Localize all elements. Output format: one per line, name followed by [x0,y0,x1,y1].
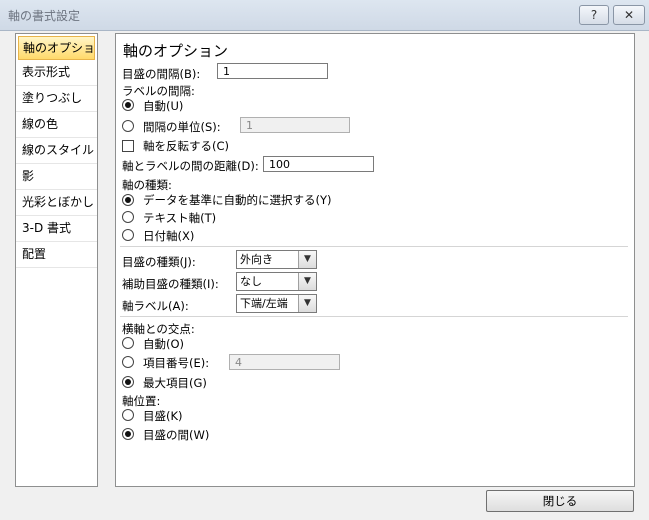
crosses-auto-label: 自動(O) [143,337,185,351]
sidebar-item-shadow[interactable]: 影 [16,164,97,190]
label-interval-unit-label: 間隔の単位(S): [143,120,221,134]
chevron-down-icon[interactable]: ▼ [298,295,316,312]
crosses-max-radio[interactable] [122,376,134,388]
minor-tick-value: なし [240,275,262,288]
chevron-down-icon[interactable]: ▼ [298,251,316,268]
chevron-down-icon[interactable]: ▼ [298,273,316,290]
window-title: 軸の書式設定 [8,9,81,23]
label-interval-unit-radio[interactable] [122,120,134,132]
close-icon[interactable]: ✕ [613,5,645,25]
axis-type-auto-label: データを基準に自動的に選択する(Y) [143,193,332,207]
major-tick-label: 目盛の種類(J): [122,255,196,269]
divider [120,316,628,317]
divider [120,246,628,247]
axis-labels-label: 軸ラベル(A): [122,299,189,313]
axis-position-between-radio[interactable] [122,428,134,440]
sidebar-item-number[interactable]: 表示形式 [16,60,97,86]
sidebar-item-glow[interactable]: 光彩とぼかし [16,190,97,216]
axis-type-date-radio[interactable] [122,229,134,241]
crosses-number-radio[interactable] [122,356,134,368]
category-list: 軸のオプション 表示形式 塗りつぶし 線の色 線のスタイル 影 光彩とぼかし 3… [15,33,98,487]
minor-tick-select[interactable]: なし ▼ [236,272,317,291]
major-tick-select[interactable]: 外向き ▼ [236,250,317,269]
label-distance-input[interactable]: 100 [263,156,374,172]
sidebar-item-3d-format[interactable]: 3-D 書式 [16,216,97,242]
axis-position-between-label: 目盛の間(W) [143,428,210,442]
axis-labels-value: 下端/左端 [240,297,288,310]
reverse-label: 軸を反転する(C) [143,139,230,153]
close-button[interactable]: 閉じる [486,490,634,512]
sidebar-item-line-color[interactable]: 線の色 [16,112,97,138]
help-button[interactable]: ? [579,5,609,25]
crosses-label: 横軸との交点: [122,322,195,336]
sidebar-item-fill[interactable]: 塗りつぶし [16,86,97,112]
major-tick-value: 外向き [240,253,273,266]
crosses-number-label: 項目番号(E): [143,356,210,370]
axis-type-auto-radio[interactable] [122,194,134,206]
tick-interval-input[interactable]: 1 [217,63,328,79]
minor-tick-label: 補助目盛の種類(I): [122,277,219,291]
panel-heading: 軸のオプション [123,42,229,60]
label-distance-label: 軸とラベルの間の距離(D): [122,159,259,173]
label-interval-auto-radio[interactable] [122,99,134,111]
sidebar-item-alignment[interactable]: 配置 [16,242,97,268]
label-interval-unit-input[interactable]: 1 [240,117,350,133]
axis-type-label: 軸の種類: [122,178,172,192]
axis-labels-select[interactable]: 下端/左端 ▼ [236,294,317,313]
axis-position-on-ticks-label: 目盛(K) [143,409,183,423]
label-interval-label: ラベルの間隔: [122,84,195,98]
crosses-max-label: 最大項目(G) [143,376,207,390]
options-panel: 軸のオプション 目盛の間隔(B): 1 ラベルの間隔: 自動(U) 間隔の単位(… [115,33,635,487]
sidebar-item-line-style[interactable]: 線のスタイル [16,138,97,164]
axis-type-date-label: 日付軸(X) [143,229,195,243]
crosses-auto-radio[interactable] [122,337,134,349]
crosses-number-input[interactable]: 4 [229,354,340,370]
label-interval-auto-label: 自動(U) [143,99,184,113]
reverse-checkbox[interactable] [122,140,134,152]
axis-position-label: 軸位置: [122,394,161,408]
axis-type-text-label: テキスト軸(T) [143,211,217,225]
axis-type-text-radio[interactable] [122,211,134,223]
tick-interval-label: 目盛の間隔(B): [122,67,201,81]
title-bar: 軸の書式設定 ? ✕ [0,0,649,31]
axis-position-on-ticks-radio[interactable] [122,409,134,421]
sidebar-item-axis-options[interactable]: 軸のオプション [18,36,95,60]
